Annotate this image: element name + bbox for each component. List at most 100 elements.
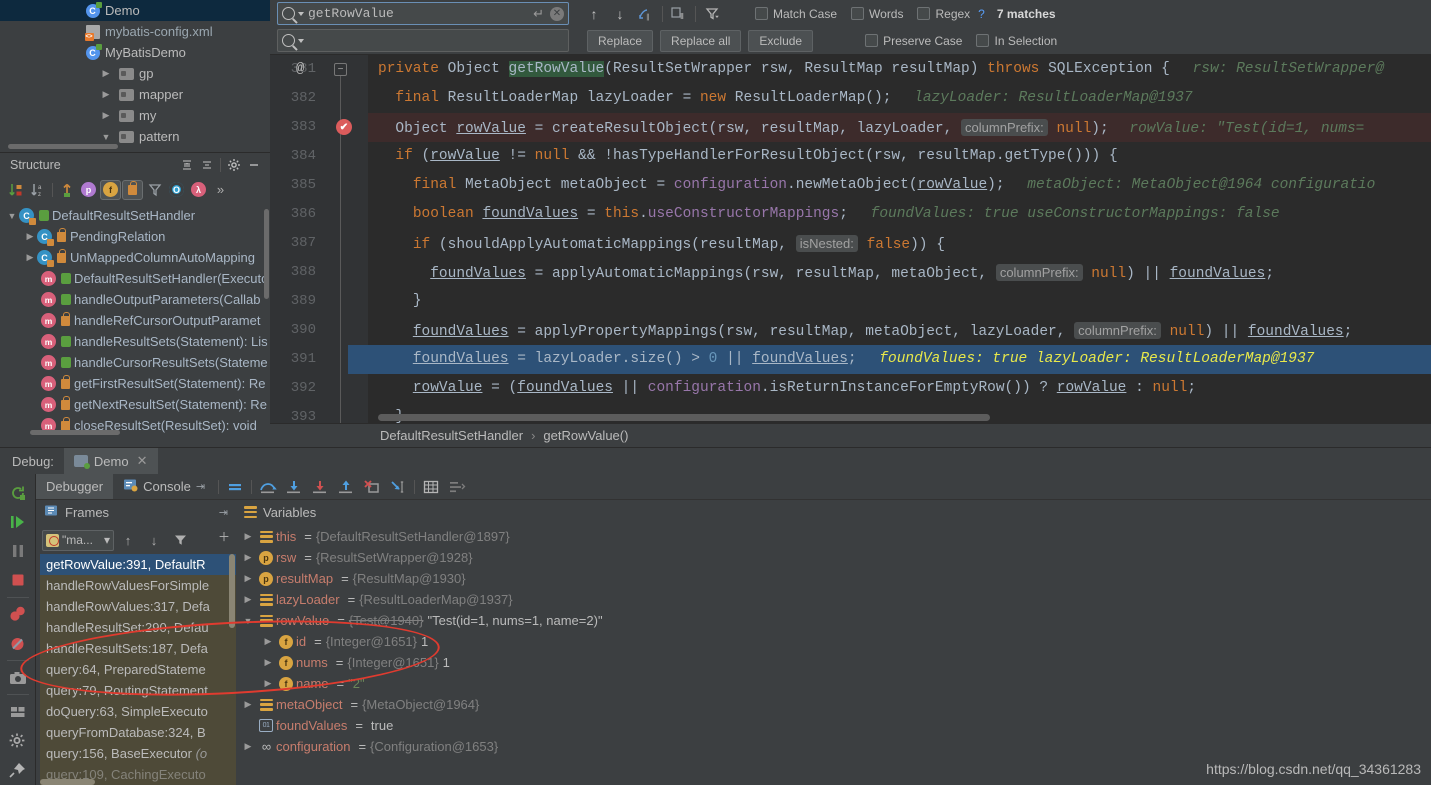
- variables-list[interactable]: ▶ this = {DefaultResultSetHandler@1897} …: [236, 526, 1431, 785]
- structure-item-defaultresultsethandler[interactable]: ▼ C DefaultResultSetHandler: [0, 205, 270, 226]
- tree-item-mapper[interactable]: ▶ mapper: [0, 84, 270, 105]
- fold-collapse-icon[interactable]: −: [334, 63, 347, 76]
- frame-item[interactable]: queryFromDatabase:324, B: [40, 722, 236, 743]
- show-non-public-icon[interactable]: [122, 179, 143, 200]
- structure-item-unmappedcolumnautomapping[interactable]: ▶ C UnMappedColumnAutoMapping: [0, 247, 270, 268]
- preserve-case-checkbox[interactable]: Preserve Case: [865, 34, 962, 48]
- show-execution-point-icon[interactable]: [222, 476, 248, 498]
- frame-item[interactable]: handleRowValues:317, Defa: [40, 596, 236, 617]
- frames-filter-icon[interactable]: [168, 529, 192, 551]
- words-checkbox[interactable]: Words: [851, 7, 903, 21]
- variable-row[interactable]: ▶ p resultMap = {ResultMap@1930}: [236, 568, 1431, 589]
- frame-item[interactable]: query:79, RoutingStatement: [40, 680, 236, 701]
- tab-console[interactable]: Console ⇥: [113, 474, 215, 499]
- show-properties-icon[interactable]: p: [78, 180, 99, 200]
- regex-checkbox[interactable]: Regex: [917, 7, 970, 21]
- checkbox-box[interactable]: [851, 7, 865, 20]
- structure-item-getfirstresultset[interactable]: m getFirstResultSet(Statement): Re: [0, 373, 270, 394]
- search-input-box[interactable]: ↵ ✕: [277, 2, 569, 25]
- frame-item[interactable]: doQuery:63, SimpleExecuto: [40, 701, 236, 722]
- tree-item-demo[interactable]: C Demo: [0, 0, 270, 21]
- chevron-right-icon[interactable]: ▶: [240, 552, 256, 563]
- settings-icon[interactable]: [3, 727, 33, 756]
- drop-frame-icon[interactable]: [359, 476, 385, 498]
- filter-icon[interactable]: [699, 3, 725, 25]
- rerun-icon[interactable]: [3, 478, 33, 507]
- chevron-right-icon[interactable]: ▶: [240, 573, 256, 584]
- match-case-checkbox[interactable]: Match Case: [755, 7, 837, 21]
- chevron-right-icon[interactable]: ▶: [260, 678, 276, 689]
- structure-hscrollbar[interactable]: [30, 430, 120, 435]
- tree-item-mybatisdemo[interactable]: C MyBatisDemo: [0, 42, 270, 63]
- chevron-down-icon[interactable]: ▼: [240, 616, 256, 626]
- structure-item-handlerefcursoroutputparameters[interactable]: m handleRefCursorOutputParamet: [0, 310, 270, 331]
- force-step-into-icon[interactable]: [307, 476, 333, 498]
- chevron-right-icon[interactable]: ▶: [240, 741, 256, 752]
- variable-row[interactable]: ▶ f id = {Integer@1651} 1: [236, 631, 1431, 652]
- variable-row[interactable]: ▶ this = {DefaultResultSetHandler@1897}: [236, 526, 1431, 547]
- structure-item-handlecursorresultsets[interactable]: m handleCursorResultSets(Stateme: [0, 352, 270, 373]
- chevron-right-icon[interactable]: ▶: [24, 252, 36, 263]
- chevron-right-icon[interactable]: ▶: [24, 231, 36, 242]
- screenshot-icon[interactable]: [3, 663, 33, 692]
- replace-input-box[interactable]: [277, 29, 569, 52]
- next-match-icon[interactable]: ↓: [607, 3, 633, 25]
- structure-vscrollbar[interactable]: [264, 209, 269, 299]
- frame-item[interactable]: getRowValue:391, DefaultR: [40, 554, 236, 575]
- show-anonymous-icon[interactable]: O: [166, 180, 187, 200]
- in-selection-checkbox[interactable]: In Selection: [976, 34, 1057, 48]
- sort-alphabetically-icon[interactable]: az: [27, 180, 48, 200]
- mute-breakpoints-icon[interactable]: [3, 629, 33, 658]
- project-tree-hscrollbar[interactable]: [8, 144, 118, 149]
- variable-row[interactable]: 01 foundValues = true: [236, 715, 1431, 736]
- step-over-icon[interactable]: [255, 476, 281, 498]
- variable-row[interactable]: ▶ f nums = {Integer@1651} 1: [236, 652, 1431, 673]
- tab-debugger[interactable]: Debugger: [36, 474, 114, 499]
- frame-item[interactable]: handleRowValuesForSimple: [40, 575, 236, 596]
- add-watch-icon[interactable]: ＋: [213, 526, 235, 547]
- structure-item-partial[interactable]: m cleanUpAfterHandlingResultSet: [0, 436, 270, 437]
- checkbox-box[interactable]: [976, 34, 990, 47]
- checkbox-box[interactable]: [917, 7, 931, 20]
- frames-vscrollbar[interactable]: [229, 554, 235, 628]
- watches-icon[interactable]: [444, 476, 470, 498]
- variable-row[interactable]: ▶ f name = "2": [236, 673, 1431, 694]
- checkbox-box[interactable]: [865, 34, 879, 47]
- frame-item[interactable]: query:64, PreparedStateme: [40, 659, 236, 680]
- show-inherited-icon[interactable]: [56, 180, 77, 200]
- frames-hscrollbar[interactable]: [40, 779, 95, 785]
- collapse-all-icon[interactable]: [197, 156, 217, 174]
- exclude-button[interactable]: Exclude: [748, 29, 814, 52]
- chevron-down-icon[interactable]: [298, 38, 304, 43]
- chevron-down-icon[interactable]: ▼: [100, 132, 112, 142]
- frame-item[interactable]: query:156, BaseExecutor (o: [40, 743, 236, 764]
- structure-item-handleresultsets[interactable]: m handleResultSets(Statement): Lis: [0, 331, 270, 352]
- editor-hscrollbar[interactable]: [378, 414, 990, 421]
- chevron-right-icon[interactable]: ▶: [240, 699, 256, 710]
- pin-tab-icon[interactable]: ⇥: [196, 480, 205, 493]
- gear-icon[interactable]: [224, 156, 244, 174]
- variable-row[interactable]: ▼ rowValue = {Test@1940} "Test(id=1, num…: [236, 610, 1431, 631]
- stop-icon[interactable]: [3, 566, 33, 595]
- expand-all-icon[interactable]: [177, 156, 197, 174]
- frames-down-icon[interactable]: ↓: [142, 529, 166, 551]
- tree-item-mybatis-config[interactable]: mybatis-config.xml: [0, 21, 270, 42]
- hide-panel-icon[interactable]: [244, 156, 264, 174]
- project-tree[interactable]: C Demo mybatis-config.xml C MyBatisDemo …: [0, 0, 270, 152]
- show-lambdas-icon[interactable]: λ: [188, 180, 209, 200]
- step-out-icon[interactable]: [333, 476, 359, 498]
- frame-item[interactable]: handleResultSet:290, Defau: [40, 617, 236, 638]
- more-icon[interactable]: »: [210, 180, 231, 200]
- prev-match-icon[interactable]: ↑: [581, 3, 607, 25]
- breakpoint-icon[interactable]: ✔: [336, 119, 352, 135]
- step-into-icon[interactable]: [281, 476, 307, 498]
- layout-icon[interactable]: [3, 697, 33, 726]
- frames-list[interactable]: getRowValue:391, DefaultR handleRowValue…: [40, 554, 236, 785]
- variable-row[interactable]: ▶ lazyLoader = {ResultLoaderMap@1937}: [236, 589, 1431, 610]
- thread-selector[interactable]: "ma... ▾: [42, 529, 114, 551]
- chevron-down-icon[interactable]: [298, 11, 304, 16]
- frame-item[interactable]: handleResultSets:187, Defa: [40, 638, 236, 659]
- close-icon[interactable]: ✕: [137, 453, 148, 469]
- chevron-down-icon[interactable]: ▼: [6, 211, 18, 221]
- search-input[interactable]: [308, 6, 528, 21]
